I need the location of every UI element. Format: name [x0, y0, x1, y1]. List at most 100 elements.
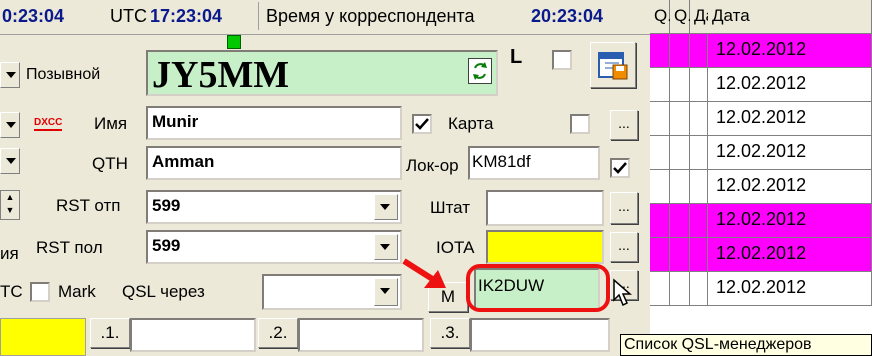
- grid-cell-date[interactable]: 12.02.2012: [708, 102, 872, 136]
- time-bar: 0:23:04 UTC 17:23:04 Время у корреспонде…: [0, 0, 650, 35]
- card-more-button[interactable]: ...: [610, 110, 638, 140]
- macro-button-3[interactable]: .3.: [430, 318, 470, 348]
- grid-cell-q1[interactable]: [650, 102, 670, 136]
- qsl-via-select[interactable]: [262, 274, 402, 310]
- utc-time: 17:23:04: [150, 6, 223, 26]
- iota-label: IOTA: [436, 238, 475, 257]
- name-label: Имя: [94, 114, 128, 133]
- highlight-ring: [466, 264, 610, 312]
- grid-cell-q3[interactable]: [690, 272, 708, 306]
- name-value: Munir: [152, 112, 199, 131]
- card-option-checkbox[interactable]: [570, 114, 590, 134]
- macro-button-2[interactable]: .2.: [258, 318, 298, 348]
- grid-cell-date[interactable]: 12.02.2012: [708, 238, 872, 272]
- grid-cell-q3[interactable]: [690, 102, 708, 136]
- local-time: 0:23:04: [2, 6, 65, 26]
- save-calendar-icon: [598, 52, 628, 80]
- grid-cell-q2[interactable]: [670, 170, 690, 204]
- state-label: Штат: [430, 198, 471, 217]
- grid-cell-q3[interactable]: [690, 238, 708, 272]
- rst-sent-label: RST отп: [56, 196, 121, 215]
- grid-cell-q3[interactable]: [690, 136, 708, 170]
- qth-value: Amman: [152, 152, 215, 171]
- callsign-field[interactable]: JY5MM: [146, 50, 498, 96]
- grid-header-q2[interactable]: Q.: [670, 0, 692, 34]
- correspondent-time-label: Время у корреспондента: [266, 6, 475, 26]
- grid-cell-q1[interactable]: [650, 68, 670, 102]
- state-more-button[interactable]: ...: [610, 192, 638, 224]
- rst-rcvd-label: RST пол: [36, 238, 103, 257]
- state-field[interactable]: [486, 190, 604, 226]
- grid-cell-q3[interactable]: [690, 68, 708, 102]
- rst-sent-dropdown[interactable]: [374, 194, 398, 220]
- grid-cell-q2[interactable]: [670, 204, 690, 238]
- qth-field[interactable]: Amman: [146, 146, 402, 180]
- divider: [258, 2, 259, 30]
- grid-cell-date[interactable]: 12.02.2012: [708, 34, 872, 68]
- rst-rcvd-value: 599: [152, 236, 181, 255]
- grid-cell-q2[interactable]: [670, 68, 690, 102]
- status-yellow-field[interactable]: [0, 318, 86, 356]
- l-checkbox[interactable]: [552, 50, 572, 70]
- grid-header-date[interactable]: Дата: [708, 0, 872, 34]
- grid-cell-q2[interactable]: [670, 238, 690, 272]
- callsign-value: JY5MM: [152, 54, 290, 96]
- grid-cell-q1[interactable]: [650, 204, 670, 238]
- grid-cell-q3[interactable]: [690, 204, 708, 238]
- dropdown-button[interactable]: [0, 148, 20, 174]
- tooltip: Список QSL-менеджеров: [620, 334, 872, 356]
- log-grid[interactable]: Q. Q. Дата Дата 12.02.201212.02.201212.0…: [650, 0, 872, 356]
- iota-more-button[interactable]: ...: [610, 232, 638, 262]
- qsl-via-dropdown[interactable]: [374, 278, 398, 306]
- locator-field[interactable]: KM81df: [468, 146, 600, 180]
- macro-field-1[interactable]: [130, 318, 256, 352]
- refresh-icon[interactable]: [468, 58, 492, 84]
- callsign-label: Позывной: [26, 66, 101, 83]
- locator-value: KM81df: [472, 152, 531, 171]
- mark-label: Mark: [58, 282, 96, 301]
- mark-checkbox[interactable]: [30, 282, 50, 302]
- grid-cell-q3[interactable]: [690, 34, 708, 68]
- status-indicator: [227, 35, 241, 49]
- grid-cell-date[interactable]: 12.02.2012: [708, 204, 872, 238]
- macro-field-2[interactable]: [298, 318, 424, 352]
- locator-label: Лок-ор: [406, 156, 459, 175]
- grid-cell-q2[interactable]: [670, 34, 690, 68]
- grid-cell-q3[interactable]: [690, 170, 708, 204]
- rst-rcvd-dropdown[interactable]: [374, 234, 398, 260]
- dxcc-flag-icon[interactable]: DXCC: [34, 117, 63, 131]
- grid-cell-date[interactable]: 12.02.2012: [708, 136, 872, 170]
- mouse-cursor-icon: [613, 278, 632, 307]
- rst-rcvd-field[interactable]: 599: [146, 230, 402, 264]
- macro-field-3[interactable]: [470, 318, 610, 352]
- grid-cell-q1[interactable]: [650, 272, 670, 306]
- grid-cell-q1[interactable]: [650, 34, 670, 68]
- rst-sent-value: 599: [152, 196, 181, 215]
- rst-sent-field[interactable]: 599: [146, 190, 402, 224]
- grid-cell-q2[interactable]: [670, 272, 690, 306]
- label-fragment: TC: [0, 282, 23, 301]
- grid-cell-q2[interactable]: [670, 102, 690, 136]
- grid-cell-q1[interactable]: [650, 170, 670, 204]
- grid-cell-date[interactable]: 12.02.2012: [708, 170, 872, 204]
- save-log-button[interactable]: [590, 42, 636, 88]
- macro-button-1[interactable]: .1.: [90, 318, 130, 348]
- grid-cell-q1[interactable]: [650, 238, 670, 272]
- locator-checkbox[interactable]: [610, 158, 630, 178]
- dropdown-button[interactable]: [0, 112, 20, 138]
- grid-cell-date[interactable]: 12.02.2012: [708, 272, 872, 306]
- qsl-via-label: QSL через: [122, 282, 205, 301]
- card-label: Карта: [448, 114, 494, 133]
- grid-header-q1[interactable]: Q.: [650, 0, 672, 34]
- grid-cell-date[interactable]: 12.02.2012: [708, 68, 872, 102]
- spin-button[interactable]: ▲ ▼: [0, 190, 20, 220]
- qth-label: QTH: [92, 154, 128, 173]
- card-checkbox[interactable]: [412, 114, 432, 134]
- grid-cell-q1[interactable]: [650, 136, 670, 170]
- red-arrow-icon: [400, 258, 450, 288]
- dropdown-button[interactable]: [0, 62, 20, 88]
- name-field[interactable]: Munir: [146, 106, 402, 140]
- l-label: L: [510, 46, 523, 68]
- iota-field[interactable]: [486, 230, 604, 264]
- grid-cell-q2[interactable]: [670, 136, 690, 170]
